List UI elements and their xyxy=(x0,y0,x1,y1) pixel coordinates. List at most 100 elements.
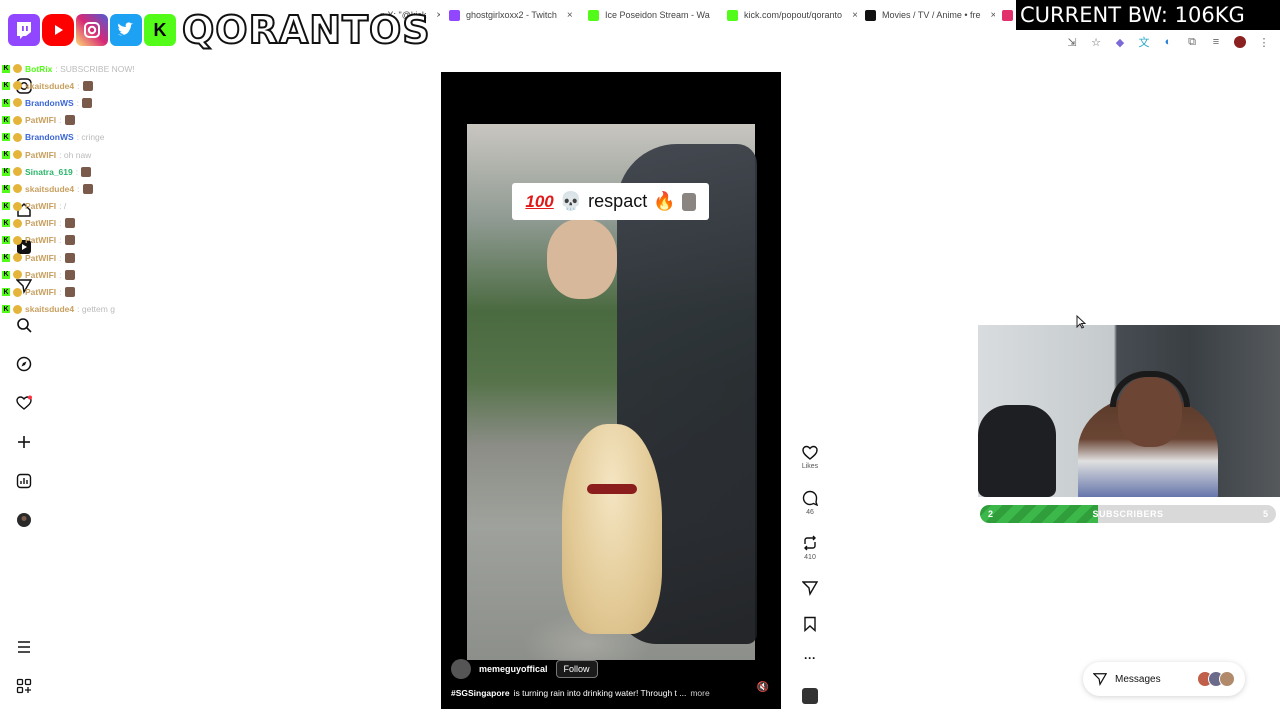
profile-avatar-icon[interactable] xyxy=(1234,36,1246,48)
video-caption-sticker: 100 💀 respact 🔥 xyxy=(512,183,709,220)
chat-message: K PatWIFI: xyxy=(2,249,242,266)
headset-icon xyxy=(1110,371,1190,407)
tab-close-icon[interactable]: × xyxy=(567,10,573,21)
extension-icon[interactable]: ◆ xyxy=(1114,36,1126,49)
more-menu-icon[interactable] xyxy=(14,637,34,657)
tab-close-icon[interactable]: × xyxy=(991,10,995,21)
mute-icon[interactable]: 🔇 xyxy=(757,682,769,693)
moai-emoji-icon xyxy=(681,192,696,211)
chat-username: PatWIFI xyxy=(25,201,57,212)
browser-tab[interactable]: ghostgirlxoxx2 - Twitch × xyxy=(449,6,579,24)
video-dog-collar xyxy=(587,484,637,494)
stream-logo-bar: K QORANTOS xyxy=(8,7,431,53)
notifications-heart-icon[interactable] xyxy=(14,393,34,413)
chat-username: PatWIFI xyxy=(25,269,57,280)
user-badge-icon xyxy=(13,218,22,228)
profile-avatar-icon[interactable] xyxy=(14,510,34,530)
kick-badge-icon: K xyxy=(2,202,10,211)
messages-button[interactable]: Messages xyxy=(1083,662,1245,696)
reel-hashtag[interactable]: #SGSingapore xyxy=(451,688,510,698)
tab-close-icon[interactable]: × xyxy=(852,10,857,21)
chat-emote-icon xyxy=(64,287,75,298)
user-badge-icon xyxy=(13,98,22,108)
video-dog-figure xyxy=(562,424,662,634)
more-options-button[interactable]: ··· xyxy=(797,651,823,665)
kick-badge-icon: K xyxy=(2,219,10,228)
author-avatar[interactable] xyxy=(451,659,471,679)
chat-message-text: : / xyxy=(59,201,67,212)
webcam-overlay xyxy=(978,325,1280,497)
chat-message-text: : xyxy=(59,235,62,246)
chat-username: skaitsdude4 xyxy=(25,80,75,91)
extensions-puzzle-icon[interactable]: ⧉ xyxy=(1186,36,1198,48)
chat-username: PatWIFI xyxy=(25,115,57,126)
browser-tab[interactable]: Movies / TV / Anime • fre × xyxy=(865,6,995,24)
chat-message: K PatWIFI: xyxy=(2,112,242,129)
audio-extension-icon[interactable]: ◐ xyxy=(1162,36,1174,48)
send-icon xyxy=(1093,673,1107,686)
translate-icon[interactable]: 文 xyxy=(1138,36,1150,49)
also-from-meta-icon[interactable] xyxy=(14,676,34,696)
browser-tab[interactable]: kick.com/popout/qoranto × xyxy=(727,6,857,24)
chat-message: Kskaitsdude4: xyxy=(2,77,242,94)
repost-icon xyxy=(804,535,816,551)
user-badge-icon xyxy=(13,253,22,263)
chat-username: BotRix xyxy=(25,63,53,74)
like-button[interactable]: Likes xyxy=(797,445,823,470)
user-badge-icon xyxy=(13,64,22,74)
share-button[interactable] xyxy=(797,580,823,596)
comments-count: 46 xyxy=(806,509,814,516)
dashboard-icon[interactable] xyxy=(14,471,34,491)
reel-player[interactable]: 100 💀 respact 🔥 memeguyoffical Follow #S… xyxy=(441,72,781,709)
media-control-icon[interactable]: ≡ xyxy=(1210,36,1222,48)
follow-button[interactable]: Follow xyxy=(555,660,598,678)
tab-title: kick.com/popout/qoranto xyxy=(744,10,843,20)
chat-emote-icon xyxy=(64,269,75,280)
user-badge-icon xyxy=(13,150,22,160)
chat-username: BrandonWS xyxy=(25,97,74,108)
chat-message: K BotRix: SUBSCRIBE NOW! xyxy=(2,60,242,77)
user-badge-icon xyxy=(13,235,22,245)
chat-username: PatWIFI xyxy=(25,218,57,229)
sticker-text: respact xyxy=(588,191,648,211)
kick-badge-icon: K xyxy=(2,253,10,262)
twitch-favicon-icon xyxy=(449,9,460,21)
explore-compass-icon[interactable] xyxy=(14,354,34,374)
chat-username: skaitsdude4 xyxy=(25,304,75,315)
bodyweight-banner: CURRENT BW: 106KG xyxy=(1016,0,1280,30)
save-button[interactable] xyxy=(797,616,823,632)
webcam-chair xyxy=(978,405,1056,497)
create-plus-icon[interactable] xyxy=(14,432,34,452)
chat-emote-icon xyxy=(64,235,75,246)
chat-message-text: : xyxy=(59,115,62,126)
skull-emoji-icon: 💀 xyxy=(559,191,583,211)
install-app-icon[interactable]: ⇲ xyxy=(1066,36,1078,49)
browser-tab-active[interactable] xyxy=(1002,6,1016,24)
chat-message-text: : oh naw xyxy=(59,149,92,160)
browser-menu-icon[interactable]: ⋮ xyxy=(1258,36,1270,49)
more-link[interactable]: more xyxy=(690,688,709,698)
kick-favicon-icon xyxy=(588,9,599,21)
chat-message: Kskaitsdude4: xyxy=(2,180,242,197)
chat-message-text: : xyxy=(59,269,62,280)
tab-close-icon[interactable]: × xyxy=(436,10,440,21)
fire-emoji-icon: 🔥 xyxy=(653,191,676,211)
tab-title: ghostgirlxoxx2 - Twitch xyxy=(466,10,557,20)
chat-username: PatWIFI xyxy=(25,149,57,160)
user-badge-icon xyxy=(13,81,22,91)
browser-toolbar: ⇲ ☆ ◆ 文 ◐ ⧉ ≡ ⋮ xyxy=(1066,36,1270,50)
instagram-favicon-icon xyxy=(1002,9,1013,21)
author-username[interactable]: memeguyoffical xyxy=(479,664,548,674)
search-icon[interactable] xyxy=(14,315,34,335)
video-person-head xyxy=(547,219,617,299)
chat-message-text: : xyxy=(75,166,79,177)
repost-button[interactable]: 410 xyxy=(797,535,823,561)
kick-badge-icon: K xyxy=(2,288,10,297)
comment-button[interactable]: 46 xyxy=(797,490,823,516)
subscriber-goal-count: 5 xyxy=(1262,509,1268,519)
bookmark-star-icon[interactable]: ☆ xyxy=(1090,36,1102,49)
chat-message: K PatWIFI: xyxy=(2,283,242,300)
audio-thumbnail[interactable] xyxy=(802,688,818,704)
chat-message: K PatWIFI: / xyxy=(2,198,242,215)
browser-tab[interactable]: Ice Poseidon Stream - Wa × xyxy=(588,6,718,24)
